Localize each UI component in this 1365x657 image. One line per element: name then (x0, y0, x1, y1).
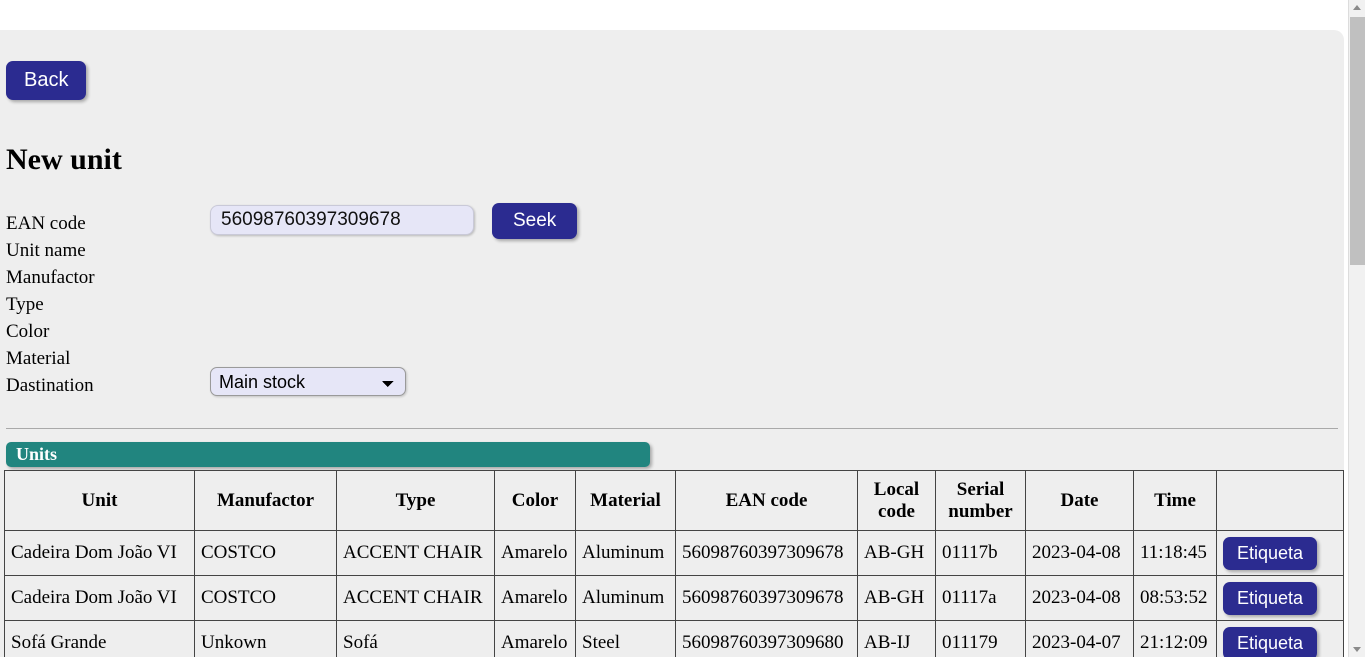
cell-action: Etiqueta (1216, 620, 1344, 657)
cell-material: Steel (575, 620, 676, 657)
form-row-material: Material (6, 348, 1336, 375)
section-divider (6, 428, 1338, 429)
cell-time: 21:12:09 (1133, 620, 1217, 657)
destination-label: Dastination (6, 375, 94, 396)
unit-name-label: Unit name (6, 240, 86, 261)
ean-code-input[interactable] (210, 205, 474, 235)
table-row: Cadeira Dom João VI COSTCO ACCENT CHAIR … (4, 530, 1344, 576)
cell-local-code: AB-GH (857, 575, 936, 621)
cell-time: 11:18:45 (1133, 530, 1217, 576)
ean-code-control (210, 205, 474, 235)
form-row-color: Color (6, 321, 1336, 348)
cell-local-code: AB-IJ (857, 620, 936, 657)
table-row: Cadeira Dom João VI COSTCO ACCENT CHAIR … (4, 575, 1344, 621)
cell-manufactor: Unkown (194, 620, 337, 657)
page-panel: Back New unit EAN code Seek Unit name Ma… (0, 30, 1344, 657)
etiqueta-button[interactable]: Etiqueta (1223, 626, 1318, 657)
cell-serial-number: 011179 (935, 620, 1026, 657)
units-table-header-row: Unit Manufactor Type Color Material EAN … (4, 470, 1344, 531)
cell-serial-number: 01117a (935, 575, 1026, 621)
cell-date: 2023-04-07 (1025, 620, 1134, 657)
column-header-type[interactable]: Type (336, 470, 495, 531)
cell-type: Sofá (336, 620, 495, 657)
cell-manufactor: COSTCO (194, 575, 337, 621)
form-row-ean-code: EAN code Seek (6, 203, 1336, 240)
cell-color: Amarelo (494, 575, 576, 621)
seek-button[interactable]: Seek (492, 203, 578, 239)
cell-time: 08:53:52 (1133, 575, 1217, 621)
type-label: Type (6, 294, 44, 315)
cell-material: Aluminum (575, 530, 676, 576)
new-unit-form: EAN code Seek Unit name Manufactor Type … (6, 203, 1336, 402)
cell-action: Etiqueta (1216, 530, 1344, 576)
units-section-heading: Units (6, 442, 650, 467)
cell-type: ACCENT CHAIR (336, 575, 495, 621)
cell-unit: Sofá Grande (4, 620, 195, 657)
scroll-up-arrow-icon[interactable] (1349, 0, 1365, 17)
page-title: New unit (6, 143, 122, 176)
column-header-local-code[interactable]: Local code (857, 470, 936, 531)
table-row: Sofá Grande Unkown Sofá Amarelo Steel 56… (4, 620, 1344, 657)
units-table-body: Cadeira Dom João VI COSTCO ACCENT CHAIR … (4, 530, 1344, 657)
column-header-date[interactable]: Date (1025, 470, 1134, 531)
vertical-scrollbar[interactable] (1348, 0, 1365, 657)
column-header-serial-number[interactable]: Serial number (935, 470, 1026, 531)
column-header-action (1216, 470, 1344, 531)
form-row-unit-name: Unit name (6, 240, 1336, 267)
column-header-manufactor[interactable]: Manufactor (194, 470, 337, 531)
etiqueta-button[interactable]: Etiqueta (1223, 581, 1318, 615)
cell-action: Etiqueta (1216, 575, 1344, 621)
etiqueta-button[interactable]: Etiqueta (1223, 536, 1318, 570)
cell-date: 2023-04-08 (1025, 530, 1134, 576)
cell-date: 2023-04-08 (1025, 575, 1134, 621)
column-header-unit[interactable]: Unit (4, 470, 195, 531)
cell-unit: Cadeira Dom João VI (4, 575, 195, 621)
cell-ean-code: 56098760397309678 (675, 530, 858, 576)
column-header-material[interactable]: Material (575, 470, 676, 531)
form-row-destination: Dastination Main stock (6, 367, 1336, 402)
destination-select[interactable]: Main stock (210, 367, 406, 396)
cell-manufactor: COSTCO (194, 530, 337, 576)
cell-ean-code: 56098760397309678 (675, 575, 858, 621)
cell-unit: Cadeira Dom João VI (4, 530, 195, 576)
column-header-ean-code[interactable]: EAN code (675, 470, 858, 531)
units-table-head: Unit Manufactor Type Color Material EAN … (4, 470, 1344, 531)
form-row-type: Type (6, 294, 1336, 321)
units-table: Unit Manufactor Type Color Material EAN … (4, 470, 1344, 657)
material-label: Material (6, 348, 71, 369)
color-label: Color (6, 321, 50, 342)
cell-serial-number: 01117b (935, 530, 1026, 576)
cell-ean-code: 56098760397309680 (675, 620, 858, 657)
ean-code-label: EAN code (6, 213, 86, 234)
scrollbar-thumb[interactable] (1350, 17, 1365, 265)
column-header-color[interactable]: Color (494, 470, 576, 531)
browser-viewport: Back New unit EAN code Seek Unit name Ma… (0, 0, 1365, 657)
destination-control: Main stock (210, 367, 406, 396)
cell-color: Amarelo (494, 620, 576, 657)
manufactor-label: Manufactor (6, 267, 95, 288)
cell-type: ACCENT CHAIR (336, 530, 495, 576)
form-row-manufactor: Manufactor (6, 267, 1336, 294)
column-header-time[interactable]: Time (1133, 470, 1217, 531)
back-button[interactable]: Back (6, 61, 87, 100)
cell-local-code: AB-GH (857, 530, 936, 576)
scroll-down-arrow-icon[interactable] (1349, 640, 1365, 657)
cell-color: Amarelo (494, 530, 576, 576)
cell-material: Aluminum (575, 575, 676, 621)
